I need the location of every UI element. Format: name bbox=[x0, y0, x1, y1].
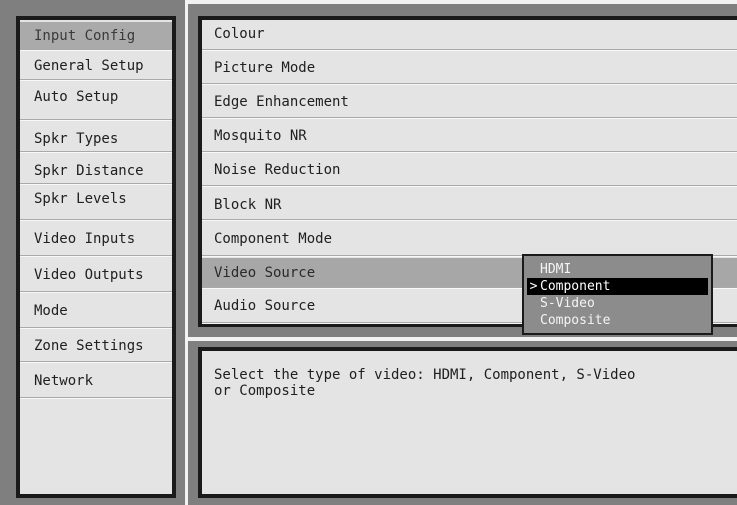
help-text: Select the type of video: HDMI, Componen… bbox=[214, 367, 636, 399]
sidebar-item-general-setup[interactable]: General Setup bbox=[20, 52, 172, 80]
sidebar-item-spkr-levels[interactable]: Spkr Levels bbox=[20, 186, 172, 220]
help-panel: Select the type of video: HDMI, Componen… bbox=[198, 347, 737, 498]
sidebar-item-spkr-distance[interactable]: Spkr Distance bbox=[20, 154, 172, 184]
vertical-divider bbox=[185, 0, 188, 505]
sidebar-item-input-config[interactable]: Input Config bbox=[20, 22, 172, 50]
video-source-dropdown[interactable]: HDMI > Component S-Video Composite bbox=[522, 254, 713, 335]
sidebar-item-video-inputs[interactable]: Video Inputs bbox=[20, 222, 172, 256]
setting-noise-reduction[interactable]: Noise Reduction bbox=[202, 154, 737, 186]
middle-divider bbox=[188, 337, 737, 341]
dropdown-option-composite[interactable]: Composite bbox=[527, 312, 708, 329]
sidebar-item-mode[interactable]: Mode bbox=[20, 294, 172, 328]
setting-picture-mode[interactable]: Picture Mode bbox=[202, 52, 737, 84]
sidebar-menu: Input Config General Setup Auto Setup Sp… bbox=[16, 16, 176, 498]
setting-block-nr[interactable]: Block NR bbox=[202, 188, 737, 220]
top-divider bbox=[188, 0, 737, 4]
dropdown-option-label: S-Video bbox=[540, 296, 595, 311]
dropdown-option-s-video[interactable]: S-Video bbox=[527, 295, 708, 312]
dropdown-option-label: Component bbox=[540, 279, 611, 294]
sidebar-item-network[interactable]: Network bbox=[20, 364, 172, 398]
setting-component-mode[interactable]: Component Mode bbox=[202, 222, 737, 256]
sidebar-item-video-outputs[interactable]: Video Outputs bbox=[20, 258, 172, 292]
dropdown-option-hdmi[interactable]: HDMI bbox=[527, 261, 708, 278]
setting-mosquito-nr[interactable]: Mosquito NR bbox=[202, 120, 737, 152]
setting-colour[interactable]: Colour bbox=[202, 20, 737, 50]
dropdown-option-label: Composite bbox=[540, 313, 611, 328]
setting-edge-enhancement[interactable]: Edge Enhancement bbox=[202, 86, 737, 118]
dropdown-option-component[interactable]: > Component bbox=[527, 278, 708, 295]
sidebar-item-spkr-types[interactable]: Spkr Types bbox=[20, 122, 172, 152]
dropdown-option-label: HDMI bbox=[540, 262, 572, 277]
sidebar-item-auto-setup[interactable]: Auto Setup bbox=[20, 82, 172, 120]
sidebar-item-zone-settings[interactable]: Zone Settings bbox=[20, 330, 172, 362]
selection-marker-icon: > bbox=[529, 279, 538, 294]
